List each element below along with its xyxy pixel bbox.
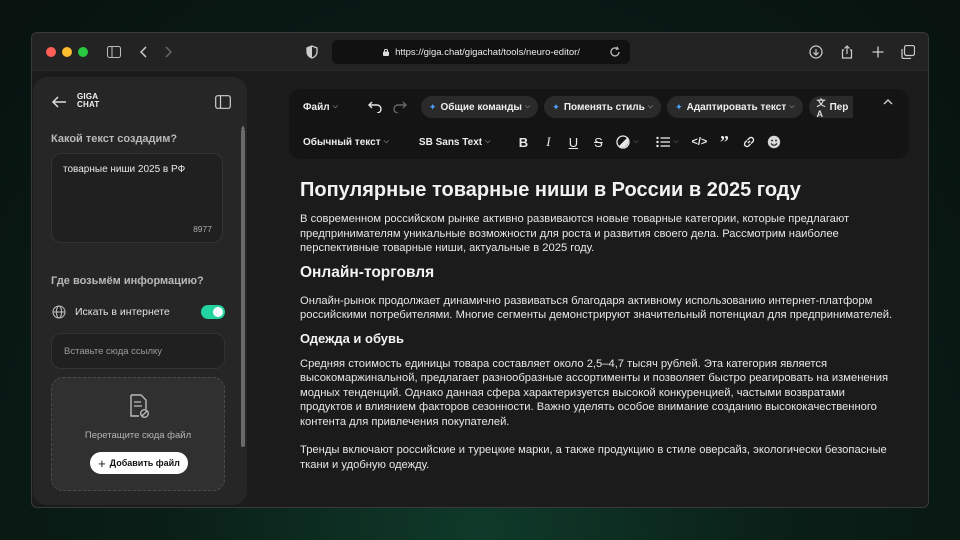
globe-icon (52, 305, 66, 319)
close-window-button[interactable] (46, 47, 56, 57)
forward-icon[interactable] (158, 42, 178, 62)
sidebar-scrollbar[interactable] (241, 129, 245, 447)
add-file-label: Добавить файл (109, 458, 180, 468)
chevron-down-icon: ⌵ (524, 103, 531, 110)
link-input-placeholder: Вставьте сюда ссылку (64, 346, 163, 357)
general-commands-label: Общие команды (440, 101, 522, 113)
download-icon[interactable] (806, 42, 826, 62)
bold-icon[interactable]: B (512, 131, 534, 153)
sparkle-icon: ✦ (675, 101, 683, 112)
italic-icon[interactable]: I (537, 131, 559, 153)
undo-icon[interactable] (364, 96, 386, 118)
document-title: Популярные товарные ниши в России в 2025… (300, 179, 801, 201)
reload-icon[interactable] (608, 45, 622, 59)
editor-toolbar: Файл ⌵ ✦ Общие команды ⌵ ✦ Поменять стиль ⌵ ✦… (289, 89, 909, 159)
search-internet-row: Искать в интернете (51, 303, 225, 321)
panel-icon[interactable] (215, 95, 231, 109)
address-bar[interactable]: https://giga.chat/gigachat/tools/neuro-e… (332, 40, 630, 64)
file-menu-label: Файл (303, 101, 330, 113)
link-icon[interactable] (738, 131, 760, 153)
collapse-toolbar-icon[interactable] (883, 98, 897, 112)
font-select[interactable]: SB Sans Text ⌵ (419, 137, 490, 148)
prompt-value: товарные ниши 2025 в РФ (63, 164, 186, 175)
translate-button[interactable]: 文A Пер (808, 96, 853, 119)
sparkle-icon: ✦ (428, 101, 437, 112)
block-style-select[interactable]: Обычный текст ⌵ (303, 137, 389, 148)
underline-icon[interactable]: U (562, 131, 584, 153)
document-intro: В современном российском рынке активно р… (300, 213, 850, 254)
sidebar-toggle-icon[interactable] (104, 42, 124, 62)
source-label: Где возьмём информацию? (51, 275, 204, 287)
chevron-down-icon: ⌵ (633, 138, 639, 145)
sparkle-icon: ✦ (552, 101, 560, 112)
subsection-heading: Одежда и обувь (300, 330, 405, 346)
file-dropzone[interactable]: Перетащите сюда файл + Добавить файл (51, 377, 225, 491)
share-icon[interactable] (837, 42, 857, 62)
text-color-icon[interactable]: ⌵ (612, 131, 642, 153)
translate-label: Пер (829, 101, 849, 113)
url-text: https://giga.chat/gigachat/tools/neuro-e… (395, 46, 580, 58)
section-heading: Онлайн-торговля (300, 263, 435, 281)
chevron-down-icon: ⌵ (383, 138, 389, 145)
file-icon (130, 394, 149, 418)
tabs-overview-icon[interactable] (898, 42, 918, 62)
translate-icon: 文A (816, 97, 826, 119)
font-label: SB Sans Text (418, 136, 483, 148)
back-icon[interactable] (134, 42, 154, 62)
browser-titlebar: https://giga.chat/gigachat/tools/neuro-e… (32, 33, 928, 71)
document-content[interactable]: Популярные товарные ниши в России в 2025… (300, 173, 900, 507)
list-icon[interactable]: ⌵ (652, 131, 682, 153)
search-internet-label: Искать в интернете (75, 306, 170, 318)
link-input[interactable]: Вставьте сюда ссылку (51, 333, 225, 369)
strikethrough-icon[interactable]: S (587, 131, 609, 153)
minimize-window-button[interactable] (62, 47, 72, 57)
search-internet-toggle[interactable] (201, 305, 225, 319)
new-tab-icon[interactable] (868, 42, 888, 62)
gigachat-logo[interactable]: GIGA CHAT (77, 93, 99, 109)
subsection-paragraph: Тренды включают российские и турецкие ма… (300, 444, 887, 471)
chevron-down-icon: ⌵ (485, 138, 491, 145)
adapt-text-label: Адаптировать текст (686, 101, 787, 113)
maximize-window-button[interactable] (78, 47, 88, 57)
general-commands-button[interactable]: ✦ Общие команды ⌵ (420, 96, 539, 118)
quote-icon[interactable]: ” (713, 131, 735, 153)
lock-icon (383, 48, 390, 56)
plus-icon: + (98, 455, 106, 471)
code-icon[interactable]: </> (688, 131, 710, 153)
file-menu[interactable]: Файл ⌵ (303, 102, 338, 113)
browser-window: https://giga.chat/gigachat/tools/neuro-e… (31, 32, 929, 508)
section-paragraph: Онлайн-рынок продолжает динамично развив… (300, 294, 893, 322)
char-counter: 8977 (193, 224, 212, 234)
shield-icon[interactable] (302, 42, 322, 62)
subsection-paragraph: Средняя стоимость единицы товара составл… (300, 357, 889, 428)
arrow-left-icon[interactable] (51, 95, 67, 109)
change-style-button[interactable]: ✦ Поменять стиль ⌵ (544, 96, 662, 118)
sidebar-panel: GIGA CHAT Какой текст создадим? товарные… (33, 77, 247, 505)
add-file-button[interactable]: + Добавить файл (90, 452, 188, 474)
chevron-down-icon: ⌵ (332, 103, 338, 110)
emoji-icon[interactable] (763, 131, 785, 153)
dropzone-text: Перетащите сюда файл (84, 430, 192, 441)
logo-line: CHAT (77, 100, 100, 109)
prompt-label: Какой текст создадим? (51, 133, 178, 145)
block-style-label: Обычный текст (303, 136, 381, 148)
prompt-textarea[interactable]: товарные ниши 2025 в РФ 8977 (51, 153, 223, 243)
toolbar-row-format: Обычный текст ⌵ SB Sans Text ⌵ B I U S ⌵ ⌵… (303, 129, 788, 155)
chevron-down-icon: ⌵ (789, 103, 795, 110)
adapt-text-button[interactable]: ✦ Адаптировать текст ⌵ (667, 96, 803, 118)
chevron-down-icon: ⌵ (647, 103, 654, 110)
toolbar-row-ai: Файл ⌵ ✦ Общие команды ⌵ ✦ Поменять стиль ⌵ ✦… (303, 94, 859, 120)
redo-icon[interactable] (389, 96, 411, 118)
chevron-down-icon: ⌵ (673, 138, 679, 145)
change-style-label: Поменять стиль (563, 101, 645, 113)
